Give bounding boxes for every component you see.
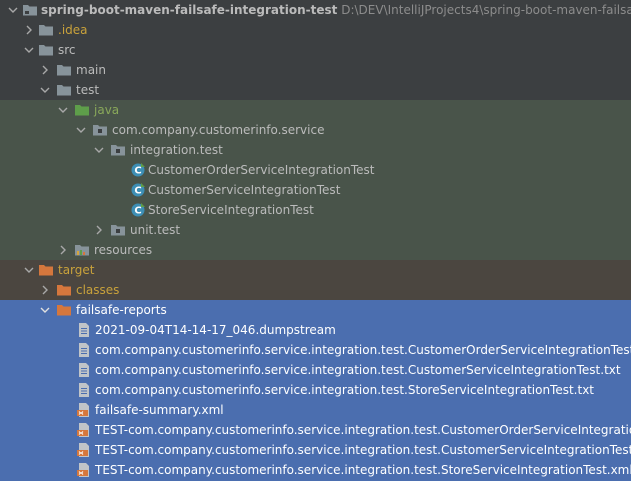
tree-row-project-root[interactable]: spring-boot-maven-failsafe-integration-t… (0, 0, 631, 20)
chevron-down-icon[interactable] (24, 40, 36, 60)
tree-row-failsafe-reports[interactable]: failsafe-reports (0, 300, 631, 320)
package-icon (110, 142, 126, 158)
project-tree: spring-boot-maven-failsafe-integration-t… (0, 0, 631, 481)
tree-row-idea[interactable]: .idea (0, 20, 631, 40)
tree-row-file[interactable]: TEST-com.company.customerinfo.service.in… (0, 440, 631, 460)
text-file-icon (76, 342, 92, 358)
folder-label-idea: .idea (58, 23, 88, 37)
tree-row-unit-package[interactable]: unit.test (0, 220, 631, 240)
xml-file-icon (76, 402, 92, 418)
chevron-down-icon[interactable] (40, 80, 52, 100)
tree-row-file[interactable]: 2021-09-04T14-14-17_046.dumpstream (0, 320, 631, 340)
svg-text:C: C (134, 206, 141, 217)
xml-file-icon (76, 422, 92, 438)
tree-row-resources[interactable]: resources (0, 240, 631, 260)
folder-icon (38, 42, 54, 58)
tree-row-service-package[interactable]: com.company.customerinfo.service (0, 120, 631, 140)
excluded-folder-icon (38, 262, 54, 278)
tree-row-main[interactable]: main (0, 60, 631, 80)
folder-label-target: target (58, 263, 95, 277)
tree-row-test-class[interactable]: C CustomerOrderServiceIntegrationTest (0, 160, 631, 180)
chevron-right-icon[interactable] (24, 20, 36, 40)
folder-label-failsafe-reports: failsafe-reports (76, 303, 167, 317)
chevron-down-icon[interactable] (58, 100, 70, 120)
tree-row-file[interactable]: TEST-com.company.customerinfo.service.in… (0, 460, 631, 481)
test-class-label: CustomerOrderServiceIntegrationTest (148, 163, 375, 177)
tree-row-integration-package[interactable]: integration.test (0, 140, 631, 160)
xml-file-icon (76, 442, 92, 458)
folder-icon (38, 22, 54, 38)
tree-row-src[interactable]: src (0, 40, 631, 60)
file-label: TEST-com.company.customerinfo.service.in… (95, 423, 631, 437)
folder-label-test: test (76, 83, 100, 97)
folder-label-src: src (58, 43, 76, 57)
text-file-icon (76, 322, 92, 338)
chevron-down-icon[interactable] (94, 140, 106, 160)
xml-file-icon (76, 462, 92, 478)
tree-row-file[interactable]: com.company.customerinfo.service.integra… (0, 380, 631, 400)
chevron-right-icon[interactable] (94, 220, 106, 240)
file-label: com.company.customerinfo.service.integra… (95, 363, 621, 377)
chevron-right-icon[interactable] (58, 240, 70, 260)
folder-label-java: java (94, 103, 120, 117)
package-label-unit: unit.test (130, 223, 181, 237)
package-label-integration: integration.test (130, 143, 223, 157)
file-label: com.company.customerinfo.service.integra… (95, 383, 595, 397)
folder-icon (56, 62, 72, 78)
file-label: TEST-com.company.customerinfo.service.in… (95, 443, 631, 457)
test-class-label: CustomerServiceIntegrationTest (148, 183, 341, 197)
file-label: com.company.customerinfo.service.integra… (95, 343, 631, 357)
tree-row-test-class[interactable]: C StoreServiceIntegrationTest (0, 200, 631, 220)
project-name: spring-boot-maven-failsafe-integration-t… (41, 3, 338, 17)
folder-label-main: main (76, 63, 106, 77)
tree-row-test[interactable]: test (0, 80, 631, 100)
file-label: 2021-09-04T14-14-17_046.dumpstream (95, 323, 336, 337)
tree-row-classes[interactable]: classes (0, 280, 631, 300)
tree-row-file[interactable]: failsafe-summary.xml (0, 400, 631, 420)
package-icon (92, 122, 108, 138)
chevron-right-icon[interactable] (40, 280, 52, 300)
project-folder-icon (22, 2, 38, 18)
text-file-icon (76, 362, 92, 378)
test-source-folder-icon (74, 102, 90, 118)
resources-folder-icon (74, 242, 90, 258)
chevron-right-icon[interactable] (40, 60, 52, 80)
tree-row-file[interactable]: com.company.customerinfo.service.integra… (0, 360, 631, 380)
chevron-down-icon[interactable] (40, 300, 52, 320)
test-class-label: StoreServiceIntegrationTest (148, 203, 314, 217)
tree-row-file[interactable]: TEST-com.company.customerinfo.service.in… (0, 420, 631, 440)
file-label: failsafe-summary.xml (95, 403, 224, 417)
test-class-icon: C (130, 162, 146, 178)
folder-icon (56, 82, 72, 98)
package-icon (110, 222, 126, 238)
project-path: D:\DEV\IntelliJProjects4\spring-boot-mav… (341, 3, 631, 17)
tree-row-target[interactable]: target (0, 260, 631, 280)
excluded-folder-icon (56, 282, 72, 298)
package-label-service: com.company.customerinfo.service (112, 123, 325, 137)
chevron-down-icon[interactable] (24, 260, 36, 280)
text-file-icon (76, 382, 92, 398)
svg-text:C: C (134, 166, 141, 177)
chevron-down-icon[interactable] (76, 120, 88, 140)
tree-row-file[interactable]: com.company.customerinfo.service.integra… (0, 340, 631, 360)
file-label: TEST-com.company.customerinfo.service.in… (95, 463, 631, 477)
tree-row-java[interactable]: java (0, 100, 631, 120)
svg-text:C: C (134, 186, 141, 197)
tree-row-test-class[interactable]: C CustomerServiceIntegrationTest (0, 180, 631, 200)
folder-label-classes: classes (76, 283, 120, 297)
test-class-icon: C (130, 182, 146, 198)
test-class-icon: C (130, 202, 146, 218)
folder-label-resources: resources (94, 243, 153, 257)
chevron-down-icon[interactable] (8, 0, 20, 20)
excluded-folder-icon (56, 302, 72, 318)
